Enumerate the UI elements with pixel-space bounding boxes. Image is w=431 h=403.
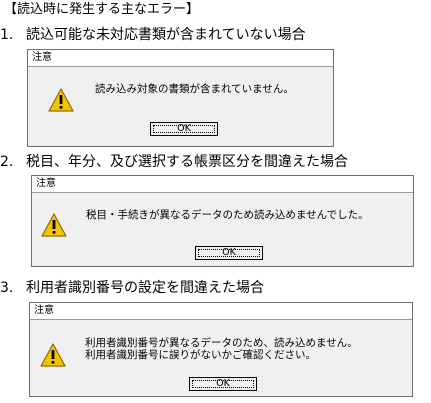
section-2-number: 2.	[0, 154, 14, 170]
warning-icon	[41, 213, 67, 237]
dialog-titlebar: 注意	[30, 303, 412, 320]
dialog-titlebar: 注意	[28, 50, 333, 67]
warning-icon	[48, 88, 74, 112]
section-2-title: 2. 税目、年分、及び選択する帳票区分を間違えた場合	[0, 153, 348, 171]
dialog-wrong-user-id: 注意 利用者識別番号が異なるデータのため、読み込めません。 利用者識別番号に誤り…	[29, 302, 413, 397]
section-3-title: 3. 利用者識別番号の設定を間違えた場合	[0, 279, 264, 297]
ok-button[interactable]: OK	[195, 246, 263, 260]
dialog-wrong-tax-item: 注意 税目・手続きが異なるデータのため読み込めませんでした。 OK	[31, 175, 414, 267]
page-heading: 【読込時に発生する主なエラー】	[4, 2, 200, 17]
dialog-message-line-2: 利用者識別番号に誤りがないかご確認ください。	[85, 349, 316, 361]
section-1-title: 1. 読込可能な未対応書類が含まれていない場合	[0, 26, 306, 44]
section-1-number: 1.	[0, 27, 14, 43]
dialog-message-line-1: 税目・手続きが異なるデータのため読み込めませんでした。	[86, 209, 369, 221]
section-3-title-text: 利用者識別番号の設定を間違えた場合	[26, 280, 264, 296]
ok-button[interactable]: OK	[150, 122, 218, 136]
ok-button-label: OK	[192, 379, 254, 388]
dialog-no-documents: 注意 読み込み対象の書類が含まれていません。 OK	[27, 49, 334, 147]
section-3-number: 3.	[0, 280, 14, 296]
section-1-title-text: 読込可能な未対応書類が含まれていない場合	[26, 27, 306, 43]
warning-icon	[40, 343, 66, 367]
dialog-titlebar: 注意	[32, 176, 413, 193]
ok-button[interactable]: OK	[189, 377, 257, 391]
section-2-title-text: 税目、年分、及び選択する帳票区分を間違えた場合	[26, 154, 348, 170]
ok-button-label: OK	[198, 248, 260, 257]
dialog-message-line-1: 読み込み対象の書類が含まれていません。	[95, 83, 294, 95]
ok-button-label: OK	[153, 124, 215, 133]
